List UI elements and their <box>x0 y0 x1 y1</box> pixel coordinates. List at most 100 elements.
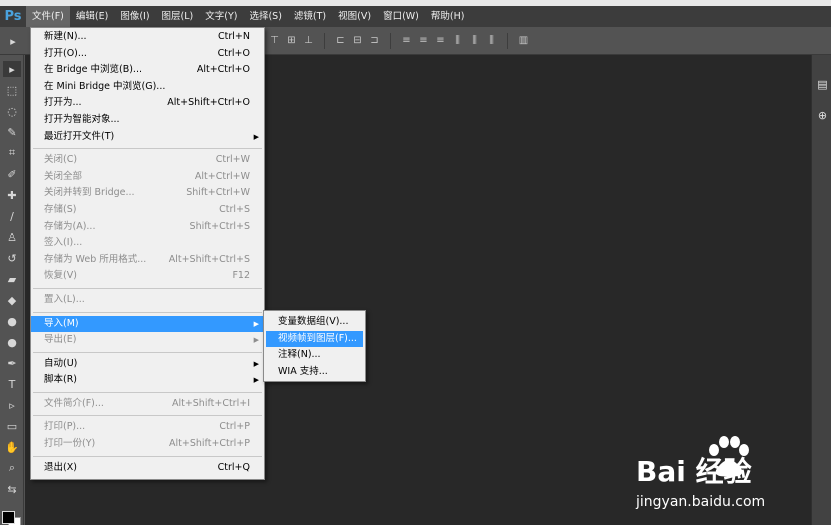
menu-item-shortcut: Ctrl+O <box>217 47 250 59</box>
type-tool-icon[interactable]: T <box>3 376 21 392</box>
menu-item-recent-files[interactable]: 最近打开文件(T) ▶ <box>31 129 264 146</box>
menu-item-save-for-web[interactable]: 存储为 Web 所用格式... Alt+Shift+Ctrl+S <box>31 252 264 269</box>
menu-filter[interactable]: 滤镜(T) <box>288 6 332 27</box>
menu-item-label: 存储为 Web 所用格式... <box>44 253 147 265</box>
distribute-bottom-icon[interactable]: ≡ <box>434 33 447 48</box>
menu-item-export[interactable]: 导出(E) ▶ <box>31 332 264 349</box>
menu-item-save[interactable]: 存储(S) Ctrl+S <box>31 202 264 219</box>
history-brush-tool-icon[interactable]: ↺ <box>3 250 21 266</box>
menu-item-open-as-smart-object[interactable]: 打开为智能对象... <box>31 112 264 129</box>
menu-item-check-in[interactable]: 签入(I)... <box>31 235 264 252</box>
path-selection-tool-icon[interactable]: ▹ <box>3 397 21 413</box>
menu-type[interactable]: 文字(Y) <box>199 6 243 27</box>
crop-tool-icon[interactable]: ⌗ <box>3 145 21 161</box>
align-top-icon[interactable]: ⊤ <box>268 33 281 48</box>
marquee-tool-icon[interactable]: ⬚ <box>3 82 21 98</box>
submenu-item-video-frames-to-layers[interactable]: 视频帧到图层(F)... <box>266 330 363 347</box>
history-panel-icon[interactable]: ▤ <box>815 77 830 92</box>
menu-item-close[interactable]: 关闭(C) Ctrl+W <box>31 152 264 169</box>
menu-item-label: 退出(X) <box>44 461 77 473</box>
menu-item-label: 置入(L)... <box>44 293 85 305</box>
brush-tool-icon[interactable]: ∕ <box>3 208 21 224</box>
align-bottom-icon[interactable]: ⊥ <box>302 33 315 48</box>
foreground-color-swatch[interactable] <box>2 511 15 524</box>
move-tool-preset-icon[interactable]: ▸ <box>4 33 22 49</box>
menu-item-browse-in-bridge[interactable]: 在 Bridge 中浏览(B)... Alt+Ctrl+O <box>31 62 264 79</box>
ps-logo: Ps <box>4 9 22 24</box>
menu-item-exit[interactable]: 退出(X) Ctrl+Q <box>31 460 264 477</box>
menu-item-shortcut: Alt+Shift+Ctrl+I <box>171 397 250 409</box>
menu-item-open-as[interactable]: 打开为... Alt+Shift+Ctrl+O <box>31 95 264 112</box>
menu-item-print[interactable]: 打印(P)... Ctrl+P <box>31 419 264 436</box>
paint-bucket-tool-icon[interactable]: ◆ <box>3 292 21 308</box>
align-right-icon[interactable]: ⊐ <box>368 33 381 48</box>
lasso-tool-icon[interactable]: ◌ <box>3 103 21 119</box>
menu-item-automate[interactable]: 自动(U) ▶ <box>31 356 264 373</box>
hand-tool-icon[interactable]: ✋ <box>3 439 21 455</box>
align-left-icon[interactable]: ⊏ <box>334 33 347 48</box>
menu-item-open[interactable]: 打开(O)... Ctrl+O <box>31 46 264 63</box>
menu-item-label: 导出(E) <box>44 334 77 346</box>
move-tool-icon[interactable]: ▸ <box>3 61 21 77</box>
eyedropper-tool-icon[interactable]: ✐ <box>3 166 21 182</box>
submenu-item-notes[interactable]: 注释(N)... <box>266 347 363 364</box>
menu-item-label: 在 Mini Bridge 中浏览(G)... <box>44 80 166 92</box>
quick-select-tool-icon[interactable]: ✎ <box>3 124 21 140</box>
swap-colors-icon[interactable]: ⇆ <box>3 481 21 497</box>
menu-window[interactable]: 窗口(W) <box>377 6 425 27</box>
submenu-arrow-icon: ▶ <box>253 376 259 385</box>
photoshop-window: Ps 文件(F) 编辑(E) 图像(I) 图层(L) 文字(Y) 选择(S) 滤… <box>0 6 831 525</box>
menu-item-new[interactable]: 新建(N)... Ctrl+N <box>31 29 264 46</box>
blur-tool-icon[interactable]: ● <box>3 313 21 329</box>
healing-brush-tool-icon[interactable]: ✚ <box>3 187 21 203</box>
menu-file[interactable]: 文件(F) <box>26 6 70 27</box>
distribute-top-icon[interactable]: ≡ <box>400 33 413 48</box>
submenu-item-variable-data-sets[interactable]: 变量数据组(V)... <box>266 314 363 331</box>
separator <box>390 33 391 49</box>
menu-image[interactable]: 图像(I) <box>114 6 155 27</box>
menu-separator <box>33 351 262 353</box>
menu-item-scripts[interactable]: 脚本(R) ▶ <box>31 372 264 389</box>
menu-item-place[interactable]: 置入(L)... <box>31 292 264 309</box>
distribute-right-icon[interactable]: ⫼ <box>485 33 498 48</box>
eraser-tool-icon[interactable]: ▰ <box>3 271 21 287</box>
menu-item-label: 关闭并转到 Bridge... <box>44 187 135 199</box>
menu-item-label: 自动(U) <box>44 357 78 369</box>
menu-select[interactable]: 选择(S) <box>243 6 287 27</box>
align-hcenter-icon[interactable]: ⊟ <box>351 33 364 48</box>
menu-item-print-one-copy[interactable]: 打印一份(Y) Alt+Shift+Ctrl+P <box>31 436 264 453</box>
baidu-jingyan-watermark: Bai 经验 jingyan.baidu.com <box>636 436 806 516</box>
auto-align-icon[interactable]: ▥ <box>517 33 530 48</box>
pen-tool-icon[interactable]: ✒ <box>3 355 21 371</box>
menu-layer[interactable]: 图层(L) <box>156 6 200 27</box>
shape-tool-icon[interactable]: ▭ <box>3 418 21 434</box>
watermark-url: jingyan.baidu.com <box>636 494 766 510</box>
menu-item-revert[interactable]: 恢复(V) F12 <box>31 268 264 285</box>
info-panel-icon[interactable]: ⊕ <box>815 108 830 123</box>
distribute-vcenter-icon[interactable]: ≡ <box>417 33 430 48</box>
menu-edit[interactable]: 编辑(E) <box>70 6 114 27</box>
menu-item-label: 新建(N)... <box>44 31 87 42</box>
menu-view[interactable]: 视图(V) <box>332 6 377 27</box>
align-vcenter-icon[interactable]: ⊞ <box>285 33 298 48</box>
menu-help[interactable]: 帮助(H) <box>425 6 471 27</box>
tools-panel: ▸ ⬚ ◌ ✎ ⌗ ✐ ✚ ∕ ♙ ↺ ▰ ◆ ● ● ✒ T ▹ ▭ ✋ ⌕ … <box>0 55 24 525</box>
zoom-tool-icon[interactable]: ⌕ <box>3 460 21 476</box>
clone-stamp-tool-icon[interactable]: ♙ <box>3 229 21 245</box>
menu-item-close-all[interactable]: 关闭全部 Alt+Ctrl+W <box>31 169 264 186</box>
menu-item-close-and-go-to-bridge[interactable]: 关闭并转到 Bridge... Shift+Ctrl+W <box>31 185 264 202</box>
dodge-tool-icon[interactable]: ● <box>3 334 21 350</box>
menu-item-import[interactable]: 导入(M) ▶ <box>31 315 264 333</box>
menu-item-label: 打印(P)... <box>44 421 86 433</box>
menu-item-shortcut: Alt+Shift+Ctrl+O <box>167 97 250 109</box>
menu-item-save-as[interactable]: 存储为(A)... Shift+Ctrl+S <box>31 219 264 236</box>
menu-item-shortcut: Shift+Ctrl+W <box>186 187 250 199</box>
distribute-left-icon[interactable]: ⫼ <box>451 33 464 48</box>
submenu-item-wia-support[interactable]: WIA 支持... <box>266 364 363 381</box>
distribute-hcenter-icon[interactable]: ⫼ <box>468 33 481 48</box>
menu-item-browse-in-mini-bridge[interactable]: 在 Mini Bridge 中浏览(G)... <box>31 79 264 96</box>
menu-item-file-info[interactable]: 文件简介(F)... Alt+Shift+Ctrl+I <box>31 396 264 413</box>
menu-item-label: 打开为智能对象... <box>44 113 120 125</box>
menu-separator <box>33 391 262 393</box>
menu-bar: Ps 文件(F) 编辑(E) 图像(I) 图层(L) 文字(Y) 选择(S) 滤… <box>0 6 831 27</box>
